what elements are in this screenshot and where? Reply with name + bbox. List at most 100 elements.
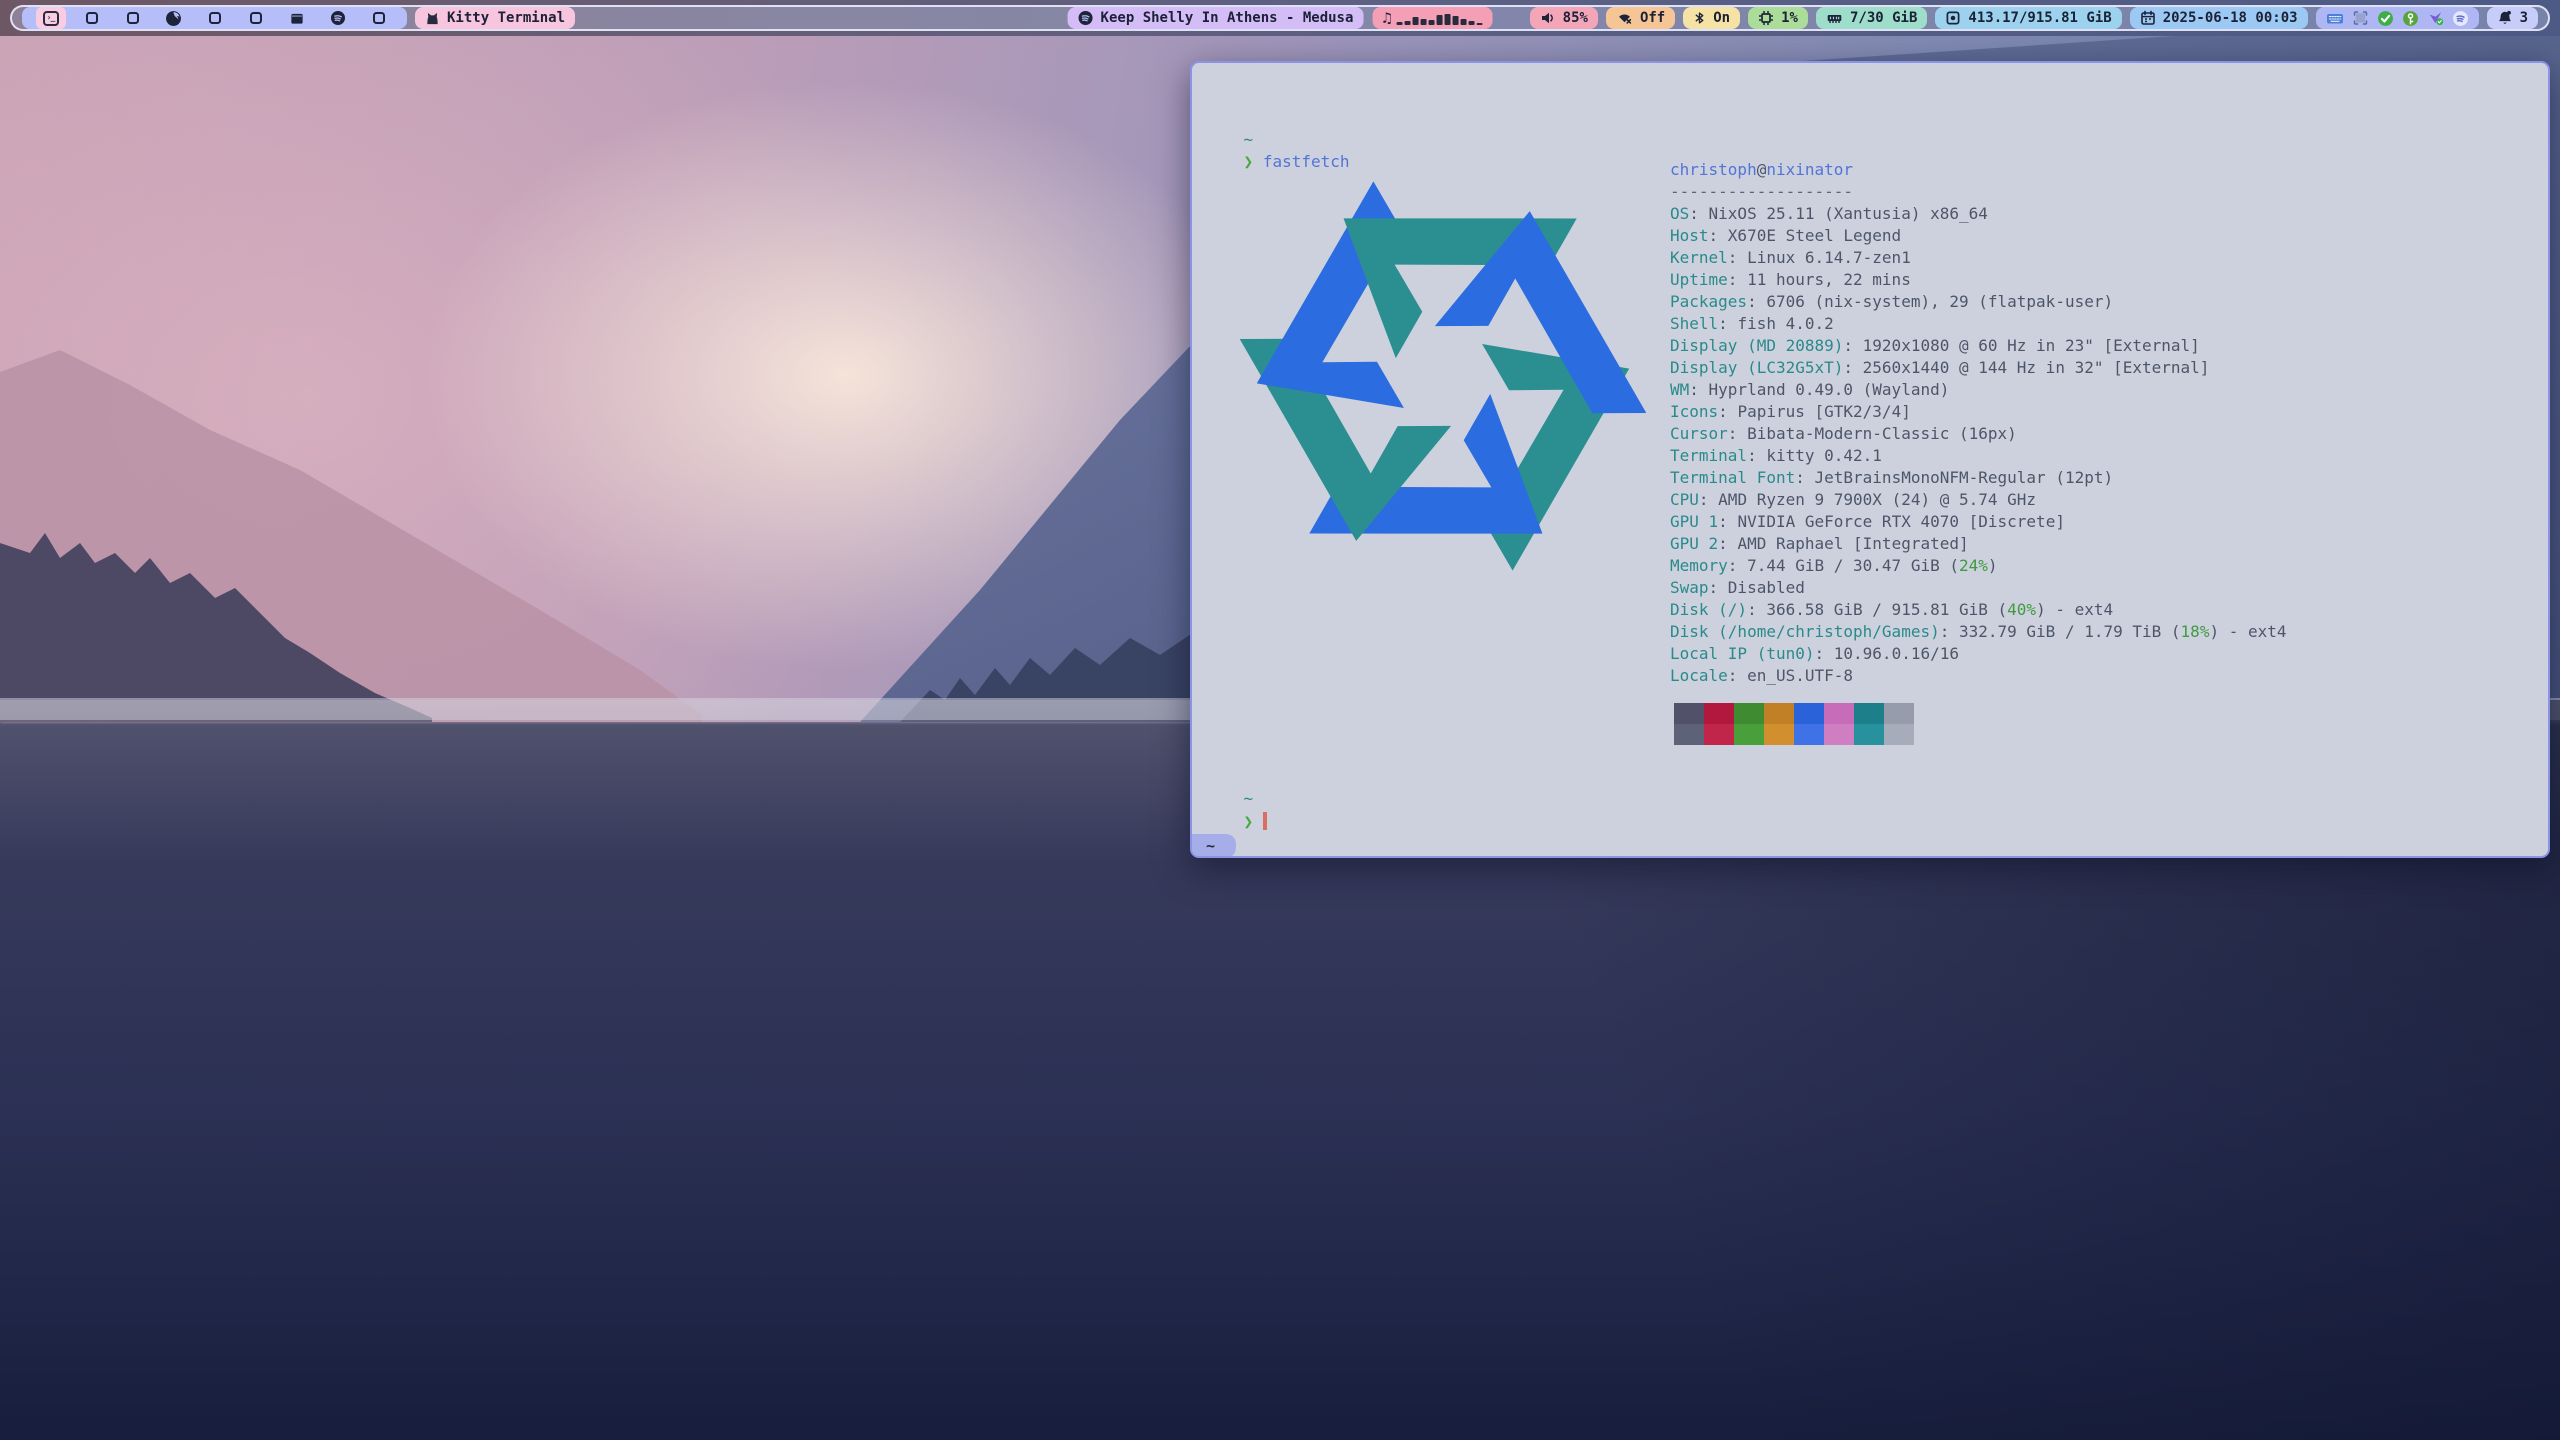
palette-bright-row xyxy=(1674,724,1914,745)
workspace-9[interactable] xyxy=(358,7,399,29)
fastfetch-line: Packages: 6706 (nix-system), 29 (flatpak… xyxy=(1670,291,2287,313)
empty-workspace-icon xyxy=(127,12,139,24)
disk-icon xyxy=(1945,10,1961,26)
fastfetch-line: Disk (/home/christoph/Games): 332.79 GiB… xyxy=(1670,621,2287,643)
workspace-7[interactable] xyxy=(276,7,317,29)
notification-count: 3 xyxy=(2520,10,2528,26)
wifi-off-icon xyxy=(1616,10,1633,26)
palette-swatch xyxy=(1794,703,1824,724)
palette-swatch xyxy=(1734,724,1764,745)
palette-swatch xyxy=(1704,703,1734,724)
terminal-icon: ›_ xyxy=(43,11,59,26)
workspace-5[interactable] xyxy=(194,7,235,29)
active-window-title: Kitty Terminal xyxy=(447,10,565,26)
bluetooth-value: On xyxy=(1713,10,1730,26)
memory-pill[interactable]: 7/30 GiB xyxy=(1816,7,1927,29)
palette-swatch xyxy=(1794,724,1824,745)
fastfetch-line: OS: NixOS 25.11 (Xantusia) x86_64 xyxy=(1670,203,2287,225)
network-pill[interactable]: Off xyxy=(1606,7,1675,29)
palette-swatch xyxy=(1824,724,1854,745)
terminal-tab[interactable]: ~ xyxy=(1192,834,1236,858)
fastfetch-line: Host: X670E Steel Legend xyxy=(1670,225,2287,247)
media-track-title: Keep Shelly In Athens - Medusa xyxy=(1101,10,1354,26)
workspace-2[interactable] xyxy=(71,7,112,29)
fastfetch-output: christoph@nixinator-------------------OS… xyxy=(1670,159,2287,687)
viz-bar xyxy=(1444,14,1450,25)
fastfetch-line: Icons: Papirus [GTK2/3/4] xyxy=(1670,401,2287,423)
empty-workspace-icon xyxy=(86,12,98,24)
fastfetch-line: Display (MD 20889): 1920x1080 @ 60 Hz in… xyxy=(1670,335,2287,357)
status-pills: 85% Off On 1% 7/30 GiB 413.17/915.81 GiB 2025-… xyxy=(1530,7,2308,29)
fastfetch-line: Terminal Font: JetBrainsMonoNFM-Regular … xyxy=(1670,467,2287,489)
screenshot-icon[interactable] xyxy=(2352,10,2369,26)
palette-swatch xyxy=(1854,703,1884,724)
keyboard-icon[interactable] xyxy=(2326,10,2344,26)
empty-workspace-icon xyxy=(250,12,262,24)
workspace-1[interactable]: ›_ xyxy=(30,7,71,29)
bar-center-group: Keep Shelly In Athens - Medusa ♫ xyxy=(1068,7,1493,29)
palette-swatch xyxy=(1884,724,1914,745)
cpu-pill[interactable]: 1% xyxy=(1748,7,1808,29)
spotify-icon xyxy=(330,10,346,26)
fastfetch-line: Swap: Disabled xyxy=(1670,577,2287,599)
visualizer-bars xyxy=(1396,11,1482,25)
viz-bar xyxy=(1396,22,1402,25)
viz-bar xyxy=(1412,17,1418,25)
audio-visualizer-pill: ♫ xyxy=(1372,7,1492,29)
terminal-color-palette xyxy=(1674,703,1914,745)
nixos-logo xyxy=(1234,163,1652,589)
key-icon[interactable] xyxy=(2402,10,2419,27)
fastfetch-line: Local IP (tun0): 10.96.0.16/16 xyxy=(1670,643,2287,665)
viz-bar xyxy=(1452,16,1458,25)
cpu-value: 1% xyxy=(1781,10,1798,26)
workspace-8[interactable] xyxy=(317,7,358,29)
prompt-cwd: ~ xyxy=(1205,107,1253,129)
prompt-command-line: ❯ fastfetch xyxy=(1205,129,1350,151)
terminal-tab-label: ~ xyxy=(1206,837,1215,855)
palette-swatch xyxy=(1704,724,1734,745)
fastfetch-line: Disk (/): 366.58 GiB / 915.81 GiB (40%) … xyxy=(1670,599,2287,621)
viz-bar xyxy=(1460,19,1466,25)
fastfetch-line: Uptime: 11 hours, 22 mins xyxy=(1670,269,2287,291)
bell-icon xyxy=(2497,10,2513,26)
volume-pill[interactable]: 85% xyxy=(1530,7,1598,29)
palette-swatch xyxy=(1884,703,1914,724)
media-pill[interactable]: Keep Shelly In Athens - Medusa xyxy=(1068,7,1364,29)
spotify-light-icon[interactable] xyxy=(2452,10,2469,27)
kitty-terminal-window[interactable]: ~ ❯ fastfetch christoph@nixinator-------… xyxy=(1190,61,2550,858)
palette-swatch xyxy=(1764,703,1794,724)
status-bar: ›_ Kitty Terminal Keep Shelly In Athens … xyxy=(10,5,2550,31)
palette-swatch xyxy=(1824,703,1854,724)
workspace-4[interactable] xyxy=(153,7,194,29)
active-window-pill[interactable]: Kitty Terminal xyxy=(415,7,575,29)
bluetooth-pill[interactable]: On xyxy=(1683,7,1740,29)
palette-swatch xyxy=(1854,724,1884,745)
workspace-3[interactable] xyxy=(112,7,153,29)
music-note-icon: ♫ xyxy=(1382,9,1391,27)
prompt-input-line[interactable]: ❯ xyxy=(1205,789,1267,811)
fastfetch-line: Memory: 7.44 GiB / 30.47 GiB (24%) xyxy=(1670,555,2287,577)
empty-workspace-icon xyxy=(373,12,385,24)
fastfetch-line: Kernel: Linux 6.14.7-zen1 xyxy=(1670,247,2287,269)
palette-swatch xyxy=(1674,703,1704,724)
empty-workspace-icon xyxy=(209,12,221,24)
network-value: Off xyxy=(1640,10,1665,26)
bluetooth-icon xyxy=(1693,10,1706,26)
bar-left-group: ›_ Kitty Terminal xyxy=(22,7,575,29)
notifications-pill[interactable]: 3 xyxy=(2487,7,2538,29)
fastfetch-line: christoph@nixinator xyxy=(1670,159,2287,181)
check-icon[interactable] xyxy=(2377,10,2394,27)
workspace-6[interactable] xyxy=(235,7,276,29)
clock-pill[interactable]: 2025-06-18 00:03 xyxy=(2130,7,2308,29)
viz-bar xyxy=(1436,15,1442,25)
ram-icon xyxy=(1826,10,1843,26)
volume-value: 85% xyxy=(1563,10,1588,26)
prompt-cwd-bottom: ~ xyxy=(1205,766,1253,788)
viz-bar xyxy=(1404,21,1410,25)
cpu-icon xyxy=(1758,10,1774,26)
sync-icon[interactable] xyxy=(2427,10,2444,27)
workspaces-pill: ›_ xyxy=(22,7,407,29)
palette-swatch xyxy=(1734,703,1764,724)
disk-pill[interactable]: 413.17/915.81 GiB xyxy=(1935,7,2121,29)
cat-icon xyxy=(425,11,440,26)
